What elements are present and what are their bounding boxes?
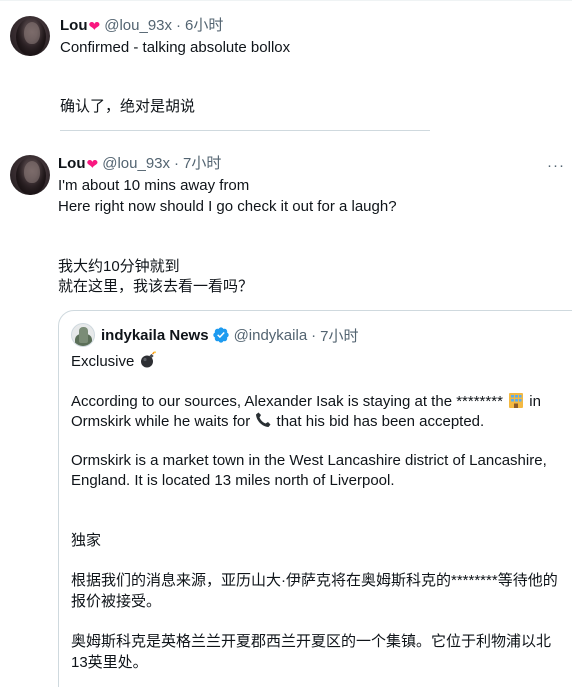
quoted-text-line: Ormskirk is a market town in the West La… <box>71 452 547 469</box>
quoted-timestamp[interactable]: 7小时 <box>320 325 358 346</box>
quoted-text-line: Exclusive <box>71 351 157 372</box>
user-handle[interactable]: @lou_93x <box>102 154 170 174</box>
quoted-avatar[interactable] <box>71 323 95 347</box>
bomb-icon <box>140 351 156 368</box>
hotel-icon <box>509 393 524 408</box>
quoted-translation-line: 报价被接受。 <box>71 593 162 610</box>
quoted-display-name[interactable]: indykaila News <box>101 327 209 344</box>
tweet-header: Lou ❤ @lou_93x · 7小时 <box>58 154 221 174</box>
tweet-text-line: Here right now should I go check it out … <box>58 198 397 215</box>
display-name[interactable]: Lou <box>58 154 86 174</box>
quoted-text-line: England. It is located 13 miles north of… <box>71 472 395 489</box>
verified-badge-icon <box>212 327 229 343</box>
quoted-translation-line: 奥姆斯科克是英格兰兰开夏郡西兰开夏区的一个集镇。它位于利物浦以北 <box>71 633 552 650</box>
quoted-translation-line: 13英里处。 <box>71 654 148 671</box>
more-options-icon[interactable]: ··· <box>546 155 566 175</box>
separator-dot: · <box>174 155 180 172</box>
tweet-translation-line: 就在这里，我该去看一看吗？ <box>58 278 254 295</box>
separator-dot: · <box>311 326 317 344</box>
timestamp[interactable]: 7小时 <box>183 154 221 174</box>
quoted-text-line: Ormskirk while he waits for that his bid… <box>71 412 485 430</box>
quoted-translation-line: 独家 <box>71 532 102 549</box>
quoted-translation-line: 根据我们的消息来源，亚历山大·伊萨克将在奥姆斯科克的********等待他的 <box>71 572 558 589</box>
quoted-tweet[interactable]: indykaila News @indykaila · 7小时 Exclusiv… <box>58 310 572 687</box>
tweet-2[interactable]: Lou ❤ @lou_93x · 7小时 ··· I'm about 10 mi… <box>0 0 572 687</box>
quoted-handle[interactable]: @indykaila <box>234 327 308 344</box>
heart-icon: ❤ <box>86 156 99 172</box>
phone-icon <box>256 412 271 427</box>
tweet-text-line: I'm about 10 mins away from <box>58 177 250 194</box>
tweet-translation-line: 我大约10分钟就到 <box>58 258 180 275</box>
quoted-header: indykaila News @indykaila · 7小时 <box>101 325 359 345</box>
quoted-text-line: According to our sources, Alexander Isak… <box>71 393 541 410</box>
avatar[interactable] <box>10 155 50 195</box>
